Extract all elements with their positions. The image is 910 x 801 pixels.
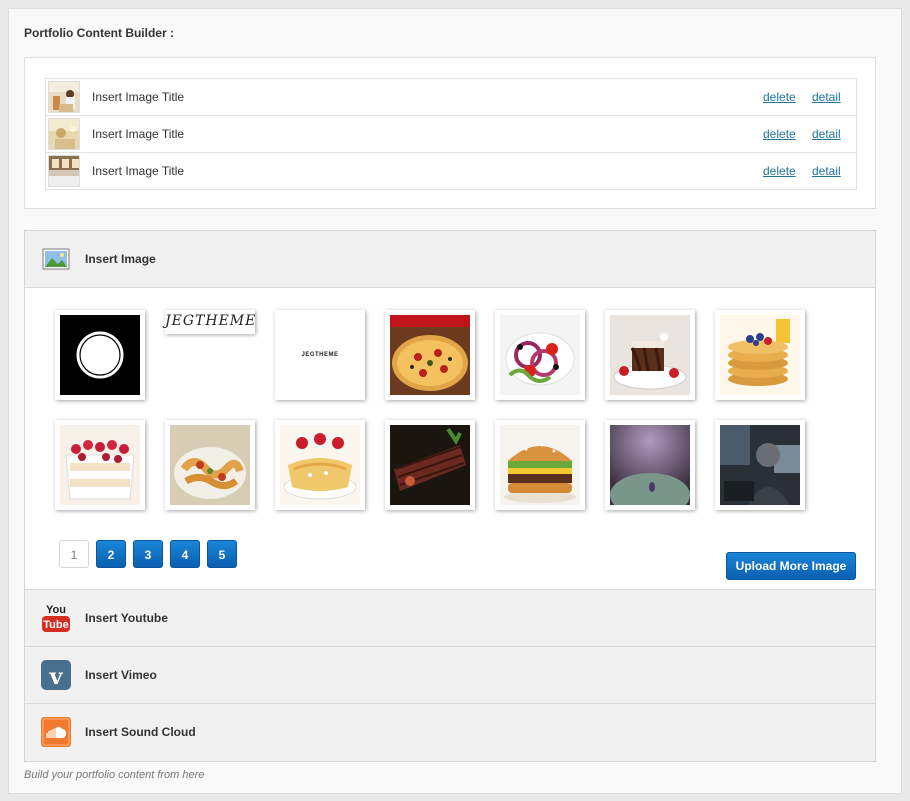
gallery-image[interactable]: JEGTHEME bbox=[275, 310, 365, 400]
page-3-button[interactable]: 3 bbox=[133, 540, 163, 568]
soundcloud-icon bbox=[40, 716, 71, 747]
insert-youtube-header[interactable]: You Tube Insert Youtube bbox=[25, 590, 875, 647]
delete-link[interactable]: delete bbox=[763, 90, 796, 104]
page-2-button[interactable]: 2 bbox=[96, 540, 126, 568]
gallery-image[interactable] bbox=[165, 420, 255, 510]
insert-accordion: Insert Image JEGTHEME JEGTHEME 1 2 3 4 5… bbox=[24, 230, 876, 762]
item-title: Insert Image Title bbox=[92, 127, 185, 141]
gallery-image[interactable] bbox=[605, 420, 695, 510]
vimeo-icon: v bbox=[40, 659, 71, 690]
insert-image-label: Insert Image bbox=[85, 252, 156, 266]
insert-soundcloud-header[interactable]: Insert Sound Cloud bbox=[25, 704, 875, 761]
youtube-icon-top-text: You bbox=[46, 604, 66, 616]
item-thumbnail bbox=[48, 118, 80, 150]
list-item: Insert Image Title delete detail bbox=[46, 79, 856, 116]
upload-more-image-button[interactable]: Upload More Image bbox=[726, 552, 856, 580]
list-item: Insert Image Title delete detail bbox=[46, 153, 856, 189]
gallery-image[interactable]: JEGTHEME bbox=[165, 310, 255, 334]
delete-link[interactable]: delete bbox=[763, 127, 796, 141]
footer-note: Build your portfolio content from here bbox=[24, 769, 205, 781]
gallery-image[interactable] bbox=[715, 310, 805, 400]
insert-vimeo-header[interactable]: v Insert Vimeo bbox=[25, 647, 875, 704]
insert-youtube-label: Insert Youtube bbox=[85, 611, 168, 625]
page-1-button[interactable]: 1 bbox=[59, 540, 89, 568]
item-thumbnail bbox=[48, 81, 80, 113]
item-title: Insert Image Title bbox=[92, 90, 185, 104]
detail-link[interactable]: detail bbox=[812, 127, 841, 141]
gallery-image[interactable] bbox=[385, 420, 475, 510]
gallery-image[interactable] bbox=[55, 310, 145, 400]
item-thumbnail bbox=[48, 155, 80, 187]
gallery-image[interactable] bbox=[55, 420, 145, 510]
gallery-image[interactable] bbox=[605, 310, 695, 400]
youtube-icon-bottom-text: Tube bbox=[43, 619, 68, 631]
gallery-image[interactable] bbox=[275, 420, 365, 510]
image-icon bbox=[41, 244, 71, 274]
image-gallery: JEGTHEME JEGTHEME 1 2 3 4 5 Upload More … bbox=[25, 288, 875, 590]
insert-soundcloud-label: Insert Sound Cloud bbox=[85, 725, 196, 739]
insert-image-header[interactable]: Insert Image bbox=[25, 231, 875, 288]
list-item: Insert Image Title delete detail bbox=[46, 116, 856, 153]
detail-link[interactable]: detail bbox=[812, 164, 841, 178]
detail-link[interactable]: detail bbox=[812, 90, 841, 104]
item-list: Insert Image Title delete detail Insert … bbox=[45, 78, 857, 190]
page-5-button[interactable]: 5 bbox=[207, 540, 237, 568]
page-4-button[interactable]: 4 bbox=[170, 540, 200, 568]
youtube-icon: You Tube bbox=[40, 602, 70, 632]
builder-title: Portfolio Content Builder : bbox=[24, 26, 174, 40]
item-list-container: Insert Image Title delete detail Insert … bbox=[24, 57, 876, 209]
gallery-image[interactable] bbox=[385, 310, 475, 400]
jegtheme-script-logo: JEGTHEME bbox=[165, 313, 257, 329]
jegtheme-logo: JEGTHEME bbox=[301, 352, 339, 358]
gallery-image[interactable] bbox=[715, 420, 805, 510]
insert-vimeo-label: Insert Vimeo bbox=[85, 668, 157, 682]
delete-link[interactable]: delete bbox=[763, 164, 796, 178]
gallery-image[interactable] bbox=[495, 420, 585, 510]
item-title: Insert Image Title bbox=[92, 164, 185, 178]
vimeo-icon-text: v bbox=[49, 664, 64, 690]
gallery-image[interactable] bbox=[495, 310, 585, 400]
builder-panel: Portfolio Content Builder : Insert Image… bbox=[8, 8, 902, 794]
